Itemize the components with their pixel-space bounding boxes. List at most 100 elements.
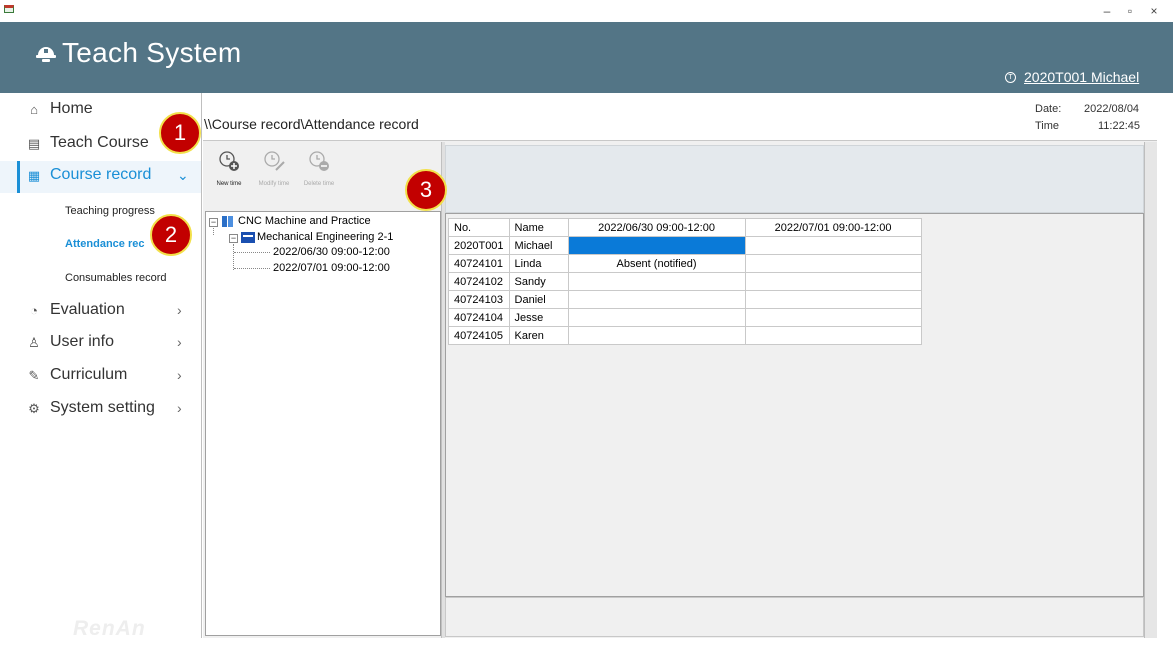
- annotation-badge-3: 3: [405, 169, 447, 211]
- cell-attendance[interactable]: [744, 272, 922, 291]
- cell-no[interactable]: 40724102: [448, 272, 510, 291]
- toolbar: New time Modify time Delete time: [205, 142, 441, 210]
- tree-collapse-toggle[interactable]: −: [209, 218, 218, 227]
- tool-label: New time: [216, 181, 242, 187]
- evaluation-icon: ◔: [30, 303, 38, 318]
- tool-label: Delete time: [303, 181, 335, 187]
- sidebar-item-label: User info: [50, 333, 115, 350]
- helmet-logo-icon: [36, 47, 56, 62]
- sidebar-item-label: Home: [50, 100, 93, 117]
- cell-attendance[interactable]: Absent (notified): [567, 254, 746, 273]
- sidebar-item-label: Teach Course: [50, 134, 149, 151]
- cell-attendance[interactable]: [744, 254, 922, 273]
- attendance-table: No. Name 2022/06/30 09:00-12:00 2022/07/…: [448, 218, 922, 345]
- clock-add-icon: [219, 151, 239, 171]
- course-icon: ▤: [27, 136, 41, 151]
- time-label: Time: [1035, 120, 1060, 132]
- cell-attendance[interactable]: [567, 290, 746, 309]
- table-row: 40724103 Daniel: [448, 290, 922, 309]
- table-row: 2020T001 Michael: [448, 236, 922, 255]
- column-header-session-1[interactable]: 2022/06/30 09:00-12:00: [567, 218, 746, 237]
- cell-no[interactable]: 40724103: [448, 290, 510, 309]
- cell-name[interactable]: Daniel: [508, 290, 569, 309]
- clock-remove-icon: [309, 151, 329, 171]
- document-icon: ▦: [27, 168, 41, 183]
- app-title: Teach System: [62, 37, 242, 68]
- tree-node-course[interactable]: CNC Machine and Practice: [238, 215, 371, 227]
- cell-attendance[interactable]: [567, 308, 746, 327]
- chevron-right-icon: ›: [177, 367, 182, 383]
- minimize-button[interactable]: –: [1096, 3, 1118, 19]
- sidebar-item-label: System setting: [50, 399, 155, 416]
- cell-attendance[interactable]: [744, 308, 922, 327]
- app-header: Teach System T 2020T001 Michael: [0, 22, 1173, 93]
- class-flag-icon: [241, 232, 255, 243]
- table-row: 40724104 Jesse: [448, 308, 922, 327]
- column-header-session-2[interactable]: 2022/07/01 09:00-12:00: [744, 218, 922, 237]
- gear-icon: ⚙: [28, 401, 40, 416]
- sidebar-item-system-setting[interactable]: ⚙ System setting ›: [0, 394, 201, 426]
- user-badge-icon: T: [1005, 72, 1016, 83]
- sidebar-item-evaluation[interactable]: ◔ Evaluation ›: [0, 296, 201, 328]
- content-divider: [201, 93, 202, 638]
- tree-collapse-toggle[interactable]: −: [229, 234, 238, 243]
- home-icon: ⌂: [30, 102, 38, 117]
- annotation-badge-1: 1: [159, 112, 201, 154]
- cell-no[interactable]: 40724105: [448, 326, 510, 345]
- cell-no[interactable]: 2020T001: [448, 236, 510, 255]
- tree-node-session[interactable]: 2022/06/30 09:00-12:00: [273, 246, 390, 258]
- column-header-no[interactable]: No.: [448, 218, 510, 237]
- course-tree: − CNC Machine and Practice − Mechanical …: [205, 211, 441, 636]
- cell-attendance[interactable]: [567, 326, 746, 345]
- table-row: 40724102 Sandy: [448, 272, 922, 291]
- new-time-button[interactable]: New time: [209, 150, 249, 194]
- right-scroll-edge: [1144, 142, 1157, 638]
- cell-attendance[interactable]: [744, 290, 922, 309]
- sidebar-item-curriculum[interactable]: ✎ Curriculum ›: [0, 361, 201, 393]
- tree-node-session[interactable]: 2022/07/01 09:00-12:00: [273, 262, 390, 274]
- cell-attendance[interactable]: [567, 272, 746, 291]
- cell-attendance-selected[interactable]: [567, 236, 746, 255]
- chevron-right-icon: ›: [177, 400, 182, 416]
- user-icon: ♙: [28, 335, 40, 350]
- chevron-right-icon: ›: [177, 334, 182, 350]
- sidebar-item-label: Course record: [50, 166, 152, 183]
- active-indicator: [17, 161, 20, 193]
- sidebar-item-course-record[interactable]: ▦ Course record ⌄: [0, 161, 201, 193]
- column-header-name[interactable]: Name: [508, 218, 569, 237]
- chevron-right-icon: ›: [177, 302, 182, 318]
- date-label: Date:: [1035, 103, 1062, 115]
- cell-attendance[interactable]: [744, 326, 922, 345]
- annotation-badge-2: 2: [150, 214, 192, 256]
- modify-time-button[interactable]: Modify time: [254, 150, 294, 194]
- cell-name[interactable]: Sandy: [508, 272, 569, 291]
- app-icon: [4, 5, 14, 13]
- cell-no[interactable]: 40724104: [448, 308, 510, 327]
- sidebar-item-label: Curriculum: [50, 366, 128, 383]
- sidebar-item-label: Evaluation: [50, 301, 125, 318]
- cell-no[interactable]: 40724101: [448, 254, 510, 273]
- sidebar-item-user-info[interactable]: ♙ User info ›: [0, 328, 201, 360]
- close-button[interactable]: ×: [1143, 3, 1165, 19]
- time-value: 11:22:45: [1098, 120, 1141, 132]
- delete-time-button[interactable]: Delete time: [299, 150, 339, 194]
- sidebar-subitem-attendance-record[interactable]: Attendance rec: [65, 238, 144, 250]
- cell-name[interactable]: Michael: [508, 236, 569, 255]
- cell-name[interactable]: Karen: [508, 326, 569, 345]
- tool-label: Modify time: [258, 181, 290, 187]
- status-panel: [445, 597, 1144, 637]
- user-account-link[interactable]: 2020T001 Michael: [1024, 69, 1139, 85]
- breadcrumb: \\Course record\Attendance record: [204, 116, 419, 132]
- sidebar: ⌂ Home ▤ Teach Course ▦ Course record ⌄ …: [0, 93, 201, 640]
- cell-attendance[interactable]: [744, 236, 922, 255]
- title-bar: – ▫ ×: [0, 0, 1173, 22]
- sidebar-subitem-consumables-record[interactable]: Consumables record: [65, 272, 167, 284]
- sidebar-subitem-teaching-progress[interactable]: Teaching progress: [65, 205, 155, 217]
- maximize-button[interactable]: ▫: [1119, 3, 1141, 19]
- book-icon: [222, 216, 233, 227]
- cell-name[interactable]: Linda: [508, 254, 569, 273]
- cell-name[interactable]: Jesse: [508, 308, 569, 327]
- tree-node-class[interactable]: Mechanical Engineering 2-1: [257, 231, 393, 243]
- table-row: 40724105 Karen: [448, 326, 922, 345]
- window-bottom: [0, 638, 1173, 655]
